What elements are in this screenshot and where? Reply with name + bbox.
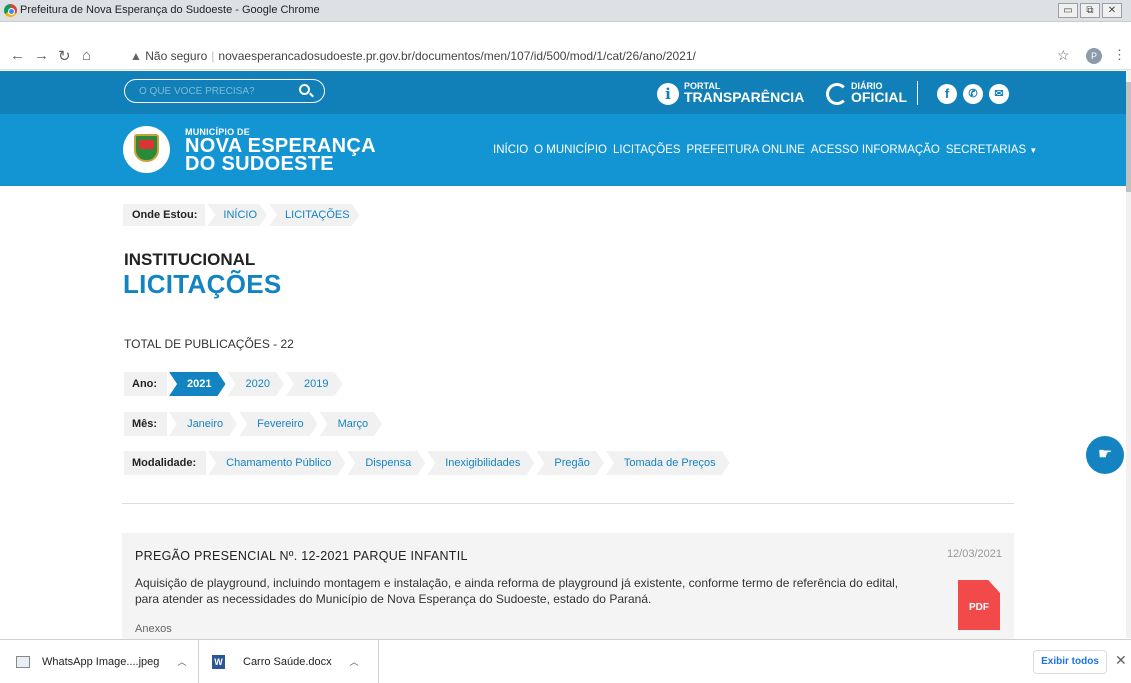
address-bar: ← → ↻ ⌂ ▲ Não seguro | novaesperancadosudo… — [0, 42, 1131, 70]
nav-licitacoes[interactable]: LICITAÇÕES — [613, 144, 681, 156]
nav-secretarias-label: SECRETARIAS — [945, 144, 1027, 156]
minimize-button[interactable]: ▭ — [1058, 3, 1078, 18]
download-separator — [378, 640, 379, 683]
portal-transparencia-link[interactable]: PORTAL TRANSPARÊNCIA — [684, 81, 805, 105]
breadcrumb-licitacoes[interactable]: LICITAÇÕES — [269, 204, 360, 226]
filter-year-2021[interactable]: 2021 — [169, 372, 225, 396]
pdf-icon[interactable]: PDF — [958, 580, 1000, 630]
show-all-downloads-button[interactable]: Exibir todos — [1033, 650, 1107, 674]
search-input[interactable] — [139, 83, 289, 99]
page-kicker: INSTITUCIONAL — [124, 250, 256, 269]
chrome-logo-icon — [4, 4, 17, 17]
page-title: LICITAÇÕES — [123, 269, 282, 299]
site-top-bar: i PORTAL TRANSPARÊNCIA DIÁRIO OFICIAL f … — [0, 71, 1126, 114]
bookmark-star-icon[interactable]: ☆ — [1057, 47, 1070, 64]
window-title: Prefeitura de Nova Esperança do Sudoeste… — [20, 4, 320, 16]
reload-icon[interactable]: ↻ — [58, 47, 71, 65]
filter-modality-label: Modalidade: — [124, 451, 207, 475]
filter-year-2019[interactable]: 2019 — [286, 372, 342, 396]
close-icon[interactable]: ✕ — [1115, 652, 1127, 669]
scrollbar-thumb[interactable] — [1126, 82, 1131, 192]
info-icon[interactable]: i — [657, 83, 679, 105]
filter-month-marco[interactable]: Março — [320, 412, 383, 436]
breadcrumb: Onde Estou: INÍCIO LICITAÇÕES — [123, 204, 360, 226]
maximize-button[interactable]: ⧉ — [1080, 3, 1100, 18]
back-icon[interactable]: ← — [10, 47, 25, 64]
publication-description: Aquisição de playground, incluindo monta… — [135, 576, 899, 606]
window-title-bar: Prefeitura de Nova Esperança do Sudoeste… — [0, 0, 1131, 22]
top-divider — [917, 81, 918, 105]
municipal-crest-logo[interactable] — [123, 126, 170, 173]
tab-strip — [0, 22, 1131, 42]
total-publications: TOTAL DE PUBLICAÇÕES - 22 — [124, 337, 294, 351]
filter-year-label: Ano: — [124, 372, 168, 396]
main-nav: INÍCIO O MUNICÍPIO LICITAÇÕES PREFEITURA… — [493, 144, 1037, 156]
url-field[interactable]: ▲ Não seguro | novaesperancadosudoeste.pr.… — [124, 45, 1042, 67]
nav-o-municipio[interactable]: O MUNICÍPIO — [534, 144, 607, 156]
facebook-icon[interactable]: f — [937, 84, 957, 104]
site-header: MUNICÍPIO DE NOVA ESPERANÇA DO SUDOESTE … — [0, 114, 1126, 186]
filter-modality-inexigibilidades[interactable]: Inexigibilidades — [427, 451, 534, 475]
content-divider — [122, 503, 1014, 504]
menu-kebab-icon[interactable]: ⋮ — [1113, 47, 1126, 63]
download-item-whatsapp[interactable]: WhatsApp Image....jpeg ︿ — [16, 640, 186, 683]
image-file-icon — [16, 655, 30, 668]
filter-month-row: Mês: Janeiro Fevereiro Março — [124, 412, 382, 436]
site-logo-text[interactable]: MUNICÍPIO DE NOVA ESPERANÇA DO SUDOESTE — [185, 127, 376, 175]
download-separator — [198, 640, 199, 683]
filter-month-label: Mês: — [124, 412, 168, 436]
filter-modality-row: Modalidade: Chamamento Público Dispensa … — [124, 451, 730, 475]
download-filename: WhatsApp Image....jpeg — [42, 655, 160, 668]
nav-acesso-informacao[interactable]: ACESSO INFORMAÇÃO — [811, 144, 940, 156]
page-scrollbar[interactable] — [1126, 70, 1131, 638]
breadcrumb-label: Onde Estou: — [123, 204, 206, 226]
url-separator: | — [211, 49, 215, 63]
download-bar: WhatsApp Image....jpeg ︿ W Carro Saúde.d… — [0, 639, 1131, 683]
security-label: Não seguro — [145, 49, 208, 63]
diario-label-2: OFICIAL — [851, 89, 907, 105]
home-icon[interactable]: ⌂ — [82, 47, 91, 64]
filter-modality-tomada[interactable]: Tomada de Preços — [606, 451, 730, 475]
filter-month-fevereiro[interactable]: Fevereiro — [239, 412, 317, 436]
pdf-label: PDF — [969, 602, 989, 613]
filter-month-janeiro[interactable]: Janeiro — [169, 412, 237, 436]
diario-oficial-link[interactable]: DIÁRIO OFICIAL — [851, 81, 907, 105]
publication-title[interactable]: PREGÃO PRESENCIAL Nº. 12-2021 PARQUE INF… — [135, 549, 468, 563]
download-filename: Carro Saúde.docx — [243, 655, 332, 668]
breadcrumb-inicio[interactable]: INÍCIO — [207, 204, 267, 226]
url-text: novaesperancadosudoeste.pr.gov.br/docume… — [218, 49, 696, 63]
search-box[interactable] — [124, 79, 325, 103]
caret-down-icon: ▼ — [1029, 146, 1038, 155]
diario-oficial-icon[interactable] — [826, 83, 848, 105]
filter-modality-pregao[interactable]: Pregão — [536, 451, 603, 475]
portal-label-2: TRANSPARÊNCIA — [684, 89, 805, 105]
search-icon[interactable] — [299, 84, 310, 95]
publication-anexos-label: Anexos — [135, 623, 172, 635]
nav-inicio[interactable]: INÍCIO — [493, 144, 528, 156]
publication-card: PREGÃO PRESENCIAL Nº. 12-2021 PARQUE INF… — [122, 533, 1014, 643]
nav-prefeitura-online[interactable]: PREFEITURA ONLINE — [687, 144, 805, 156]
profile-avatar[interactable]: P — [1086, 48, 1102, 64]
chevron-up-icon[interactable]: ︿ — [350, 655, 359, 668]
nav-secretarias[interactable]: SECRETARIAS ▼ — [946, 144, 1037, 156]
word-file-icon: W — [212, 654, 225, 669]
filter-year-2020[interactable]: 2020 — [228, 372, 284, 396]
filter-modality-chamamento[interactable]: Chamamento Público — [208, 451, 345, 475]
phone-icon[interactable]: ✆ — [963, 84, 983, 104]
download-item-carro-saude[interactable]: W Carro Saúde.docx ︿ — [212, 640, 359, 683]
warning-icon: ▲ — [130, 49, 142, 63]
chevron-up-icon[interactable]: ︿ — [177, 655, 186, 668]
filter-modality-dispensa[interactable]: Dispensa — [347, 451, 425, 475]
email-icon[interactable]: ✉ — [989, 84, 1009, 104]
accessibility-hand-icon[interactable]: ☛ — [1086, 436, 1124, 474]
filter-year-row: Ano: 2021 2020 2019 — [124, 372, 343, 396]
publication-date: 12/03/2021 — [946, 548, 1002, 560]
logo-name-2: DO SUDOESTE — [185, 153, 334, 175]
close-window-button[interactable]: ✕ — [1102, 3, 1122, 18]
forward-icon[interactable]: → — [34, 47, 49, 64]
